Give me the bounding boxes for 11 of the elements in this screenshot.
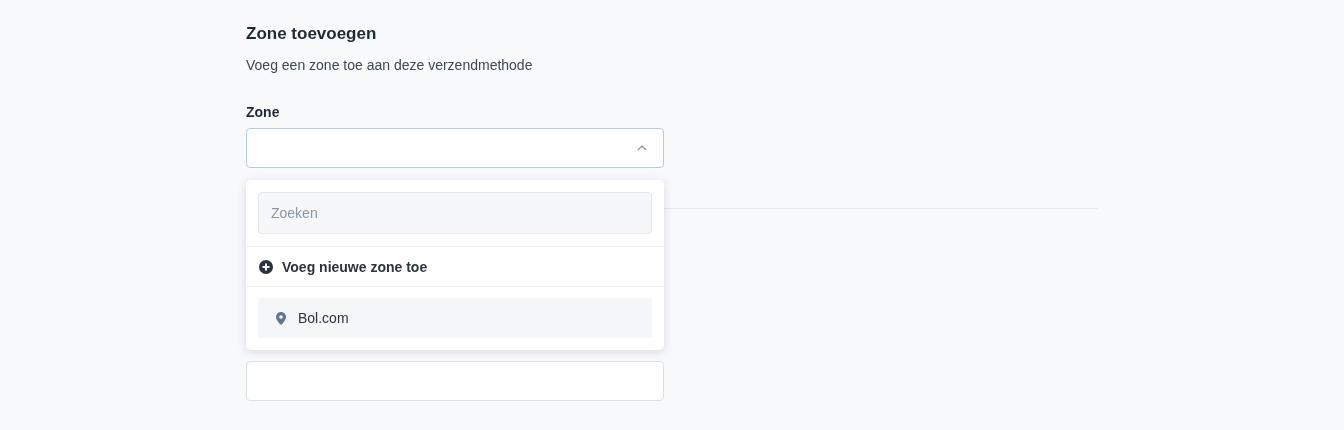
chevron-up-icon: [637, 145, 647, 151]
field-label: Zone: [246, 103, 280, 122]
zone-option[interactable]: Bol.com: [258, 298, 652, 338]
zone-select[interactable]: [246, 128, 664, 168]
section-description: Voeg een zone toe aan deze verzendmethode: [246, 56, 534, 75]
plus-circle-icon: [259, 259, 273, 274]
map-pin-icon: [276, 311, 286, 325]
section-title: Zone toevoegen: [246, 23, 378, 45]
input-field[interactable]: [246, 361, 664, 401]
add-zone-button[interactable]: Voeg nieuwe zone toe: [246, 247, 664, 287]
search-field[interactable]: Zoeken: [258, 192, 652, 234]
